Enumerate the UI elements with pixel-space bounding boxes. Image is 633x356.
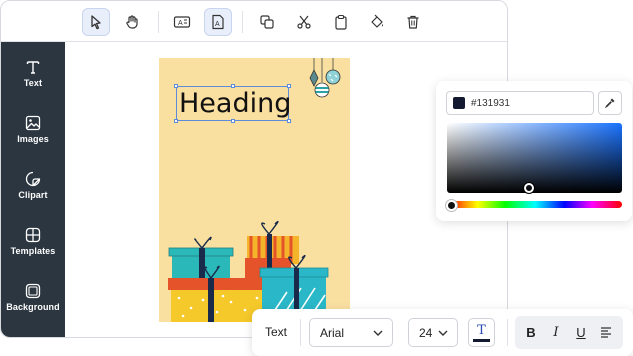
- svg-text:A: A: [215, 21, 220, 28]
- bold-icon: B: [526, 324, 536, 340]
- sidebar-item-label: Templates: [10, 246, 56, 256]
- hex-color-input[interactable]: #131931: [446, 91, 594, 115]
- ornaments: [309, 58, 341, 98]
- underline-button[interactable]: U: [570, 321, 592, 343]
- select-pointer-icon: [91, 15, 101, 30]
- paste-button[interactable]: [327, 8, 355, 36]
- font-size-value: 24: [419, 325, 433, 340]
- align-button[interactable]: [595, 321, 617, 343]
- sidebar-item-text[interactable]: Text: [1, 59, 65, 109]
- sidebar-item-clipart[interactable]: Clipart: [1, 171, 65, 221]
- chevron-down-icon: [373, 330, 383, 336]
- image-icon: [25, 115, 41, 131]
- layout-icon: [25, 227, 41, 243]
- toolbar-divider: [507, 319, 508, 346]
- hue-slider-handle[interactable]: [446, 200, 457, 211]
- resize-handle[interactable]: [287, 119, 291, 123]
- hand-tool-button[interactable]: [118, 8, 146, 36]
- duplicate-icon: [260, 15, 274, 29]
- sidebar-item-label: Background: [6, 302, 60, 312]
- scissors-icon: [297, 15, 311, 29]
- resize-handle[interactable]: [287, 84, 291, 88]
- hand-pan-icon: [126, 15, 138, 29]
- font-size-select[interactable]: 24: [408, 318, 458, 347]
- sidebar: Text Images Clipart Templates Background: [1, 42, 65, 337]
- text-image-button[interactable]: A: [204, 8, 232, 36]
- toolbar-divider: [300, 319, 301, 346]
- italic-icon: I: [553, 324, 559, 340]
- hue-slider[interactable]: [448, 201, 622, 208]
- resize-handle[interactable]: [174, 119, 178, 123]
- underline-icon: U: [576, 324, 586, 340]
- heading-text[interactable]: Heading: [179, 87, 291, 120]
- sidebar-item-label: Images: [17, 134, 49, 144]
- text-box-icon: A: [173, 16, 191, 28]
- eyedropper-button[interactable]: [598, 91, 622, 115]
- eyedropper-icon: [604, 98, 615, 109]
- add-text-box-button[interactable]: A: [168, 8, 196, 36]
- align-left-icon: [601, 327, 611, 338]
- hex-value[interactable]: #131931: [471, 98, 510, 109]
- sticker-icon: [25, 171, 41, 187]
- cut-button[interactable]: [290, 8, 318, 36]
- text-format-toolbar: Text Arial 24 T B I U: [252, 309, 633, 356]
- heading-text-element[interactable]: Heading: [174, 84, 291, 123]
- text-image-icon: A: [212, 14, 224, 30]
- bold-button[interactable]: B: [520, 321, 542, 343]
- color-swatch: [453, 97, 465, 109]
- sidebar-item-images[interactable]: Images: [1, 115, 65, 165]
- trash-icon: [407, 15, 419, 29]
- sidebar-item-templates[interactable]: Templates: [1, 227, 65, 277]
- resize-handle[interactable]: [231, 119, 235, 123]
- gift-teal: [168, 236, 234, 280]
- clipboard-icon: [335, 14, 347, 30]
- toolbar-divider: [242, 11, 243, 33]
- fill-button[interactable]: [363, 8, 391, 36]
- toolbar-divider: [158, 11, 159, 33]
- resize-handle[interactable]: [174, 84, 178, 88]
- text-color-icon: T: [477, 322, 486, 338]
- background-icon: [25, 283, 41, 299]
- text-toolbar-label: Text: [265, 325, 288, 339]
- main-toolbar: A A: [1, 1, 507, 42]
- text-color-indicator: [473, 338, 490, 342]
- text-color-button[interactable]: T: [468, 318, 495, 347]
- chevron-down-icon: [438, 330, 448, 336]
- saturation-value-field[interactable]: [447, 123, 622, 193]
- sidebar-item-label: Clipart: [18, 190, 48, 200]
- svg-text:A: A: [178, 20, 183, 27]
- resize-handle[interactable]: [231, 84, 235, 88]
- select-tool-button[interactable]: [82, 8, 110, 36]
- sidebar-item-label: Text: [23, 78, 43, 88]
- font-family-value: Arial: [320, 325, 345, 340]
- duplicate-button[interactable]: [253, 8, 281, 36]
- sidebar-item-background[interactable]: Background: [1, 283, 65, 333]
- italic-button[interactable]: I: [545, 321, 567, 343]
- text-icon: [26, 61, 40, 74]
- paint-bucket-icon: [371, 14, 383, 28]
- font-family-select[interactable]: Arial: [309, 318, 393, 347]
- color-picker-panel: #131931: [436, 81, 632, 221]
- saturation-handle[interactable]: [524, 183, 534, 193]
- delete-button[interactable]: [399, 8, 427, 36]
